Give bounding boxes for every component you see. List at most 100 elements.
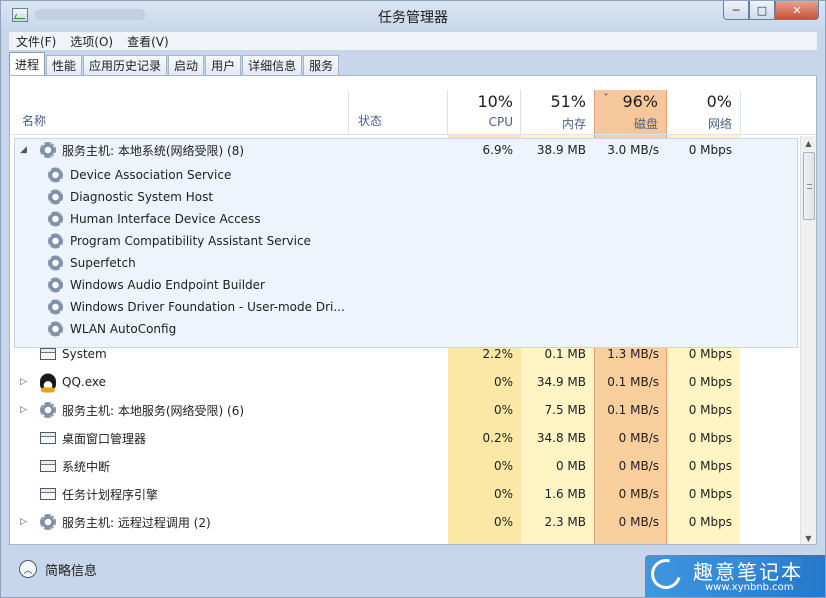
gear-icon [48,189,63,205]
service-row[interactable]: WLAN AutoConfig [10,318,802,340]
disk-value: 0 MB/s [618,487,659,501]
service-row[interactable]: Windows Audio Endpoint Builder [10,274,802,296]
process-name: WLAN AutoConfig [70,322,177,336]
memory-value: 34.8 MB [536,431,586,445]
process-row[interactable]: ▷ 服务主机: 本地服务(网络受限) (6) 0% 7.5 MB 0.1 MB/s 0 M… [10,396,802,424]
process-row[interactable]: 系统中断 0% 0 MB 0 MB/s 0 Mbps [10,452,802,480]
process-name: Program Compatibility Assistant Service [70,234,311,248]
expand-arrow-icon[interactable]: ▷ [20,396,27,424]
cpu-value: 0.2% [482,431,514,445]
process-name: Device Association Service [70,168,232,182]
scroll-down-icon[interactable]: ▼ [801,531,816,544]
gear-icon [40,402,56,418]
disk-value: 0.1 MB/s [607,375,659,389]
tab-details[interactable]: 详细信息 [242,55,303,75]
cpu-value: 0% [493,375,513,389]
column-header: 名称 状态 10% CPU 51% 内存 ˇ 96% 磁盘 0% 网络 [10,90,816,134]
column-header-disk[interactable]: ˇ 96% 磁盘 [594,90,667,134]
window-icon [40,488,56,500]
window-icon [40,348,56,360]
gear-icon [48,299,63,315]
cpu-label: CPU [488,115,513,129]
expand-arrow-icon[interactable]: ▷ [20,368,27,396]
process-name: 桌面窗口管理器 [62,431,147,446]
cpu-value: 0% [493,515,513,529]
tab-performance[interactable]: 性能 [46,55,83,75]
column-divider[interactable] [348,90,349,134]
gear-icon [48,211,63,227]
service-row[interactable]: Device Association Service [10,164,802,186]
close-button[interactable]: ✕ [775,1,819,20]
watermark: 趣意笔记本 www.xynbnb.com [645,553,825,597]
disk-value: 3.0 MB/s [607,143,659,157]
disk-value: 0.1 MB/s [607,403,659,417]
header-divider [10,134,816,135]
process-name: Diagnostic System Host [70,190,214,204]
tab-processes[interactable]: 进程 [9,52,46,75]
process-rows: ◢ 服务主机: 本地系统(网络受限) (8) 6.9% 38.9 MB 3.0 MB/s… [10,136,802,536]
network-value: 0 Mbps [688,459,732,473]
task-manager-window: 任务管理器 ─ □ ✕ 文件(F) 选项(O) 查看(V) 进程 性能 应用历史… [0,0,826,598]
window-icon [40,432,56,444]
scroll-up-icon[interactable]: ▲ [801,136,816,151]
process-name: Windows Driver Foundation - User-mode Dr… [70,300,345,314]
network-value: 0 Mbps [688,347,732,361]
tab-app-history[interactable]: 应用历史记录 [83,55,168,75]
tab-services[interactable]: 服务 [303,55,340,75]
process-row[interactable]: 桌面窗口管理器 0.2% 34.8 MB 0 MB/s 0 Mbps [10,424,802,452]
column-header-memory[interactable]: 51% 内存 [521,90,594,134]
memory-value: 7.5 MB [544,403,586,417]
scrollbar-thumb[interactable] [803,152,815,220]
chevron-up-icon[interactable]: ︿ [19,560,37,578]
menu-options[interactable]: 选项(O) [63,33,120,50]
minimize-button[interactable]: ─ [723,1,749,20]
expand-arrow-icon[interactable]: ▷ [20,508,27,536]
column-header-status[interactable]: 状态 [358,112,382,129]
service-row[interactable]: Diagnostic System Host [10,186,802,208]
service-row[interactable]: Superfetch [10,252,802,274]
network-value: 0 Mbps [688,375,732,389]
maximize-button[interactable]: □ [749,1,775,20]
column-divider[interactable] [740,90,741,134]
memory-value: 1.6 MB [544,487,586,501]
gear-icon [48,167,63,183]
tab-strip: 进程 性能 应用历史记录 启动 用户 详细信息 服务 [9,52,340,75]
column-header-cpu[interactable]: 10% CPU [448,90,521,134]
watermark-logo-icon [645,553,687,595]
network-percent: 0% [706,92,732,111]
process-row[interactable]: 任务计划程序引擎 0% 1.6 MB 0 MB/s 0 Mbps [10,480,802,508]
process-list-panel: 名称 状态 10% CPU 51% 内存 ˇ 96% 磁盘 0% 网络 ◢ 服务… [9,75,817,545]
memory-value: 34.9 MB [536,375,586,389]
service-row[interactable]: Human Interface Device Access [10,208,802,230]
watermark-text: 趣意笔记本 [693,560,803,584]
gear-icon [48,321,63,337]
cpu-value: 0% [493,403,513,417]
process-row[interactable]: ▷ 服务主机: 远程过程调用 (2) 0% 2.3 MB 0 MB/s 0 Mbps [10,508,802,536]
tab-startup[interactable]: 启动 [168,55,205,75]
vertical-scrollbar[interactable]: ▲ ▼ [800,136,816,544]
process-row[interactable]: ▷ QQ.exe 0% 34.9 MB 0.1 MB/s 0 Mbps [10,368,802,396]
column-header-network[interactable]: 0% 网络 [667,90,740,134]
gear-icon [40,142,56,158]
menu-view[interactable]: 查看(V) [120,33,176,50]
process-row[interactable]: ◢ 服务主机: 本地系统(网络受限) (8) 6.9% 38.9 MB 3.0 MB/s… [10,136,802,164]
qq-icon [40,373,56,393]
disk-value: 0 MB/s [618,515,659,529]
process-row[interactable]: System 2.2% 0.1 MB 1.3 MB/s 0 Mbps [10,340,802,368]
tab-users[interactable]: 用户 [205,55,242,75]
column-header-name[interactable]: 名称 [22,112,46,129]
memory-label: 内存 [561,117,586,131]
service-row[interactable]: Windows Driver Foundation - User-mode Dr… [10,296,802,318]
collapse-arrow-icon[interactable]: ◢ [20,136,27,164]
title-bar[interactable]: 任务管理器 ─ □ ✕ [1,1,825,31]
disk-value: 1.3 MB/s [607,347,659,361]
process-name: 服务主机: 本地服务(网络受限) (6) [62,403,245,418]
menu-file[interactable]: 文件(F) [9,33,63,50]
service-row[interactable]: Program Compatibility Assistant Service [10,230,802,252]
disk-value: 0 MB/s [618,431,659,445]
watermark-url: www.xynbnb.com [705,582,794,593]
network-value: 0 Mbps [688,143,732,157]
network-value: 0 Mbps [688,403,732,417]
fewer-details-link[interactable]: 简略信息 [45,560,97,579]
gear-icon [48,255,63,271]
